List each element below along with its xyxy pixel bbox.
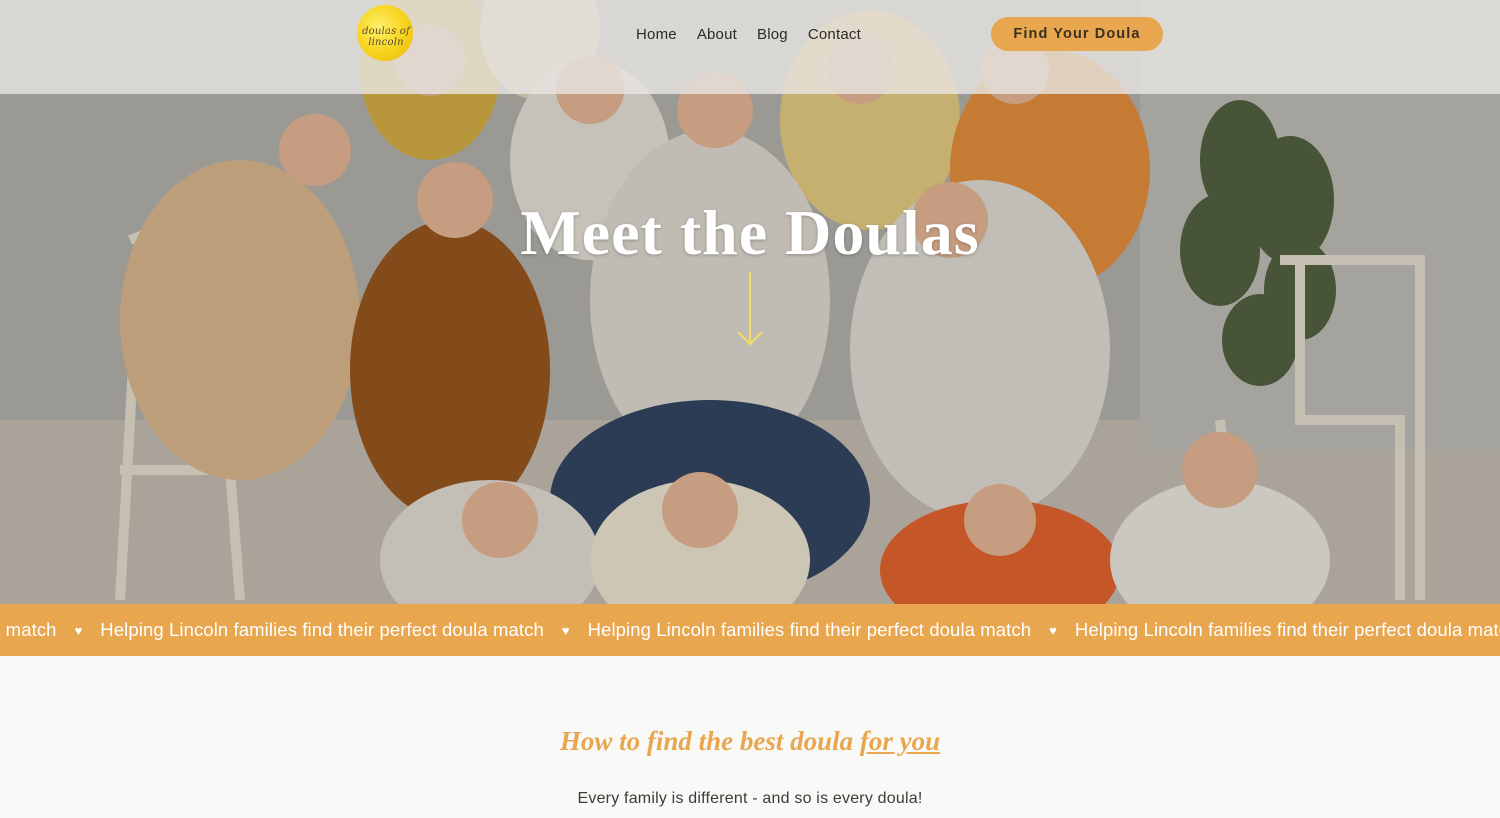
site-header: doulas of lincoln Home About Blog Contac…: [0, 0, 1500, 94]
logo-text: doulas of lincoln: [362, 26, 410, 48]
section-heading-text: How to find the best doula: [559, 726, 860, 756]
main-nav: Home About Blog Contact: [636, 26, 881, 43]
marquee-item: Helping Lincoln families find their perf…: [1074, 619, 1500, 640]
marquee-item: Helping Lincoln families find their perf…: [100, 619, 544, 640]
nav-link-home[interactable]: Home: [636, 26, 677, 43]
nav-link-contact[interactable]: Contact: [808, 26, 861, 43]
heart-icon: ♥: [1049, 622, 1057, 638]
site-logo[interactable]: doulas of lincoln: [345, 3, 427, 61]
nav-link-about[interactable]: About: [697, 26, 737, 43]
intro-section: How to find the best doula for you Every…: [0, 656, 1500, 818]
heart-icon: ♥: [74, 622, 83, 638]
marquee-item: Helping Lincoln families find their perf…: [587, 619, 1032, 640]
nav-link-blog[interactable]: Blog: [757, 26, 788, 43]
marquee-track: Helping Lincoln families find their perf…: [0, 604, 1500, 656]
find-your-doula-button[interactable]: Find Your Doula: [991, 17, 1163, 51]
heart-icon: ♥: [561, 622, 570, 638]
marquee-banner: Helping Lincoln families find their perf…: [0, 604, 1500, 656]
section-heading-emphasis: for you: [859, 726, 941, 756]
page-title: Meet the Doulas: [520, 197, 980, 268]
arrow-down-icon[interactable]: [735, 270, 765, 348]
section-heading: How to find the best doula for you: [0, 726, 1500, 757]
marquee-item: Helping Lincoln families find their perf…: [0, 619, 57, 640]
section-tagline: Every family is different - and so is ev…: [577, 790, 923, 807]
